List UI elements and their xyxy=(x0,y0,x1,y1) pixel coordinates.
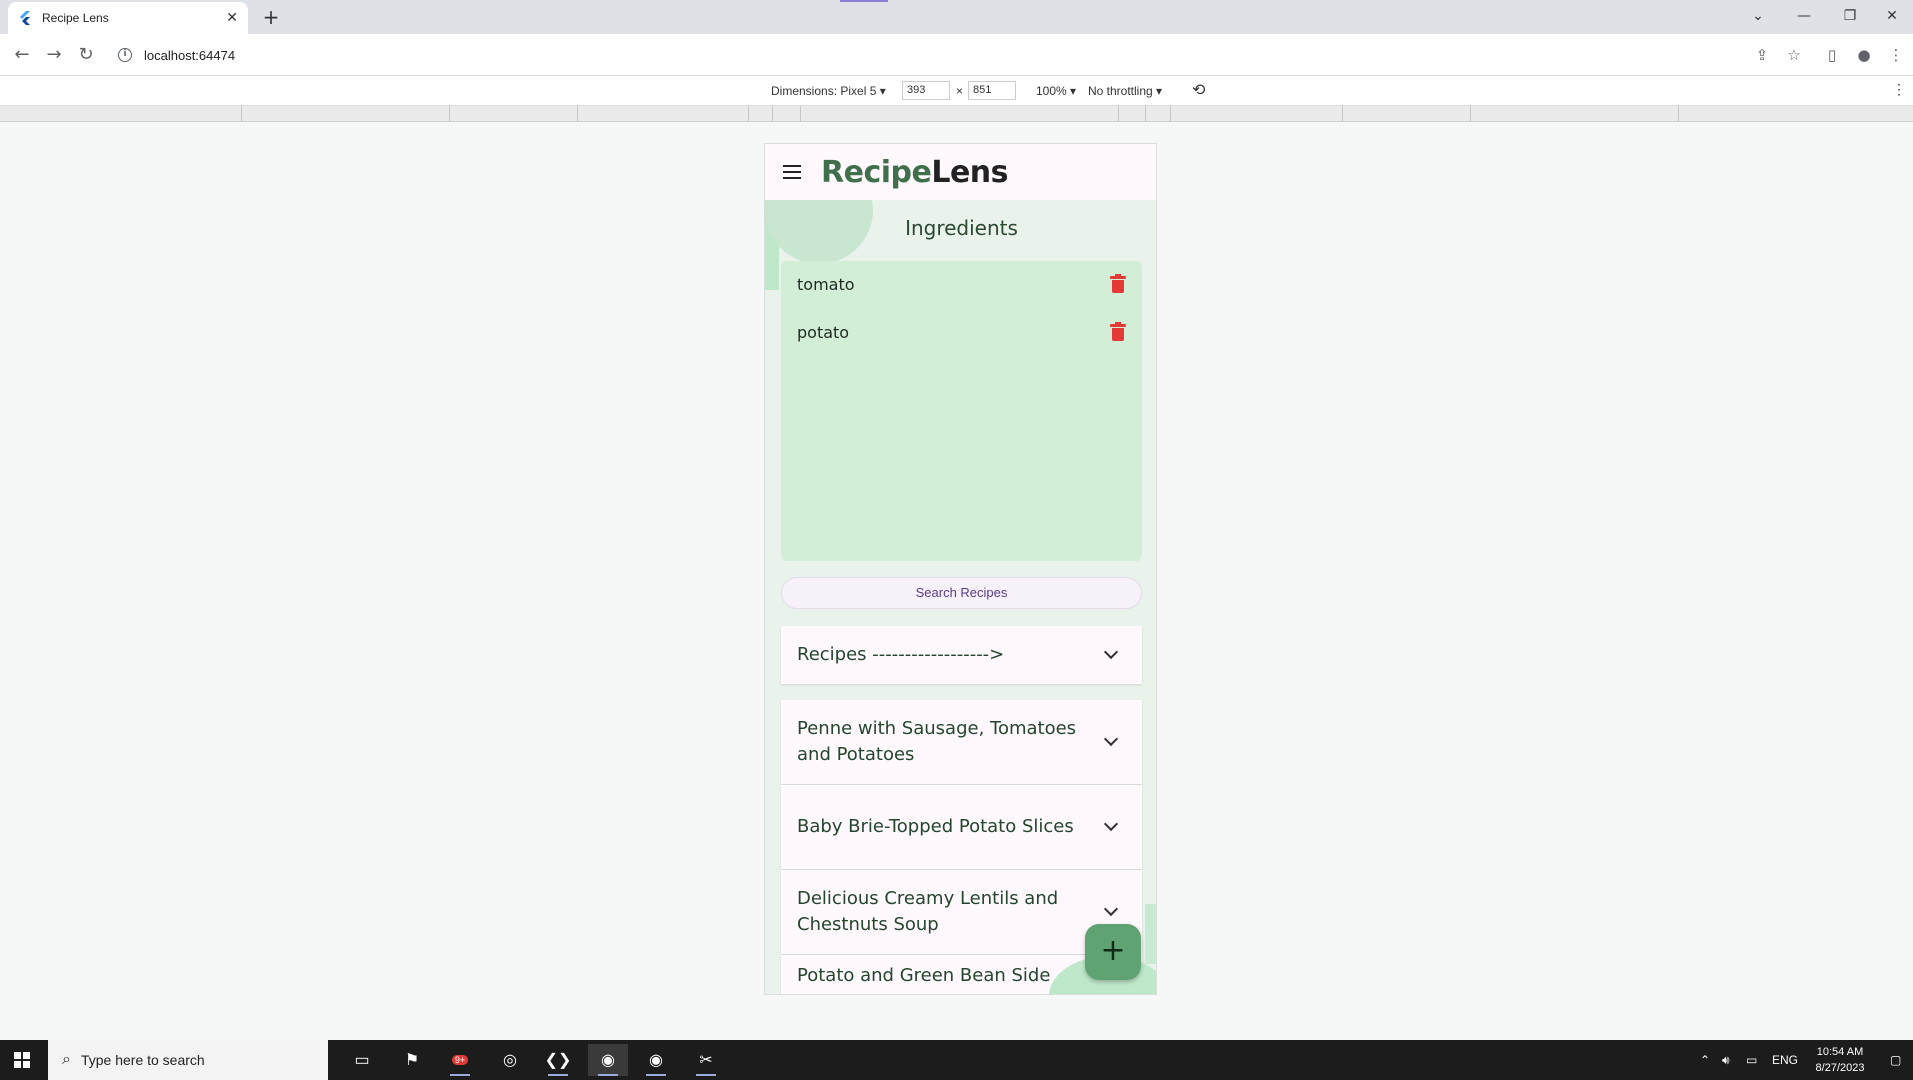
browser-tab-bar: Recipe Lens ✕ + ⌄ — ❐ ✕ xyxy=(0,0,1913,34)
app-bar: RecipeLens xyxy=(765,144,1156,200)
flutter-icon xyxy=(20,11,30,25)
app-logo: RecipeLens xyxy=(821,154,1009,190)
language-indicator[interactable]: ENG xyxy=(1772,1040,1798,1080)
pdf-reader-icon[interactable]: ⚑ xyxy=(392,1044,432,1076)
network-icon[interactable]: ▭ xyxy=(1746,1040,1757,1080)
device-width-input[interactable]: 393 xyxy=(902,81,950,100)
taskbar-search-box[interactable]: ⌕ Type here to search xyxy=(48,1040,328,1080)
new-tab-button[interactable]: + xyxy=(258,5,284,31)
recipe-title: Penne with Sausage, Tomatoes and Potatoe… xyxy=(797,718,1077,765)
system-tray-expand-icon[interactable]: ⌃ xyxy=(1700,1040,1710,1080)
discord-icon[interactable]: 9+ xyxy=(440,1044,480,1076)
add-ingredient-fab[interactable]: + xyxy=(1085,924,1141,980)
rotate-icon[interactable]: ⟲ xyxy=(1192,80,1205,100)
browser-menu-icon[interactable]: ⋮ xyxy=(1884,43,1908,67)
notifications-icon[interactable]: ▢ xyxy=(1890,1040,1901,1080)
restore-icon[interactable]: ❐ xyxy=(1830,4,1870,28)
forward-icon[interactable]: → xyxy=(42,43,66,67)
notification-badge: 9+ xyxy=(451,1055,469,1065)
throttling-select[interactable]: No throttling ▾ xyxy=(1088,84,1162,98)
taskbar-clock[interactable]: 10:54 AM 8/27/2023 xyxy=(1800,1044,1880,1076)
address-bar: ← → ↻ i localhost:64474 ⇪ ☆ ▯ ● ⋮ xyxy=(0,34,1913,76)
tab-title: Recipe Lens xyxy=(42,11,109,25)
clock-time: 10:54 AM xyxy=(1816,1046,1864,1058)
file-explorer-icon[interactable]: ▭ xyxy=(342,1044,382,1076)
tab-search-icon[interactable]: ⌄ xyxy=(1738,4,1778,28)
recipe-tile[interactable]: Penne with Sausage, Tomatoes and Potatoe… xyxy=(781,700,1142,784)
omnibox[interactable]: i localhost:64474 xyxy=(110,40,1770,70)
chrome-icon[interactable]: ◉ xyxy=(636,1044,676,1076)
ingredient-item: tomato xyxy=(781,266,1142,302)
tab-close-icon[interactable]: ✕ xyxy=(226,10,238,26)
device-dimensions-select[interactable]: Dimensions: Pixel 5 ▾ xyxy=(771,84,886,98)
chrome-icon[interactable]: ◉ xyxy=(588,1044,628,1076)
chevron-down-icon xyxy=(1103,644,1119,660)
volume-icon[interactable]: 🔊︎ xyxy=(1722,1040,1730,1080)
taskbar-search-placeholder: Type here to search xyxy=(80,1052,205,1068)
recipe-tile[interactable]: Baby Brie-Topped Potato Slices xyxy=(781,785,1142,869)
dimension-separator: × xyxy=(956,84,964,98)
reload-icon[interactable]: ↻ xyxy=(74,43,98,67)
tab-strip-accent xyxy=(840,0,888,2)
ingredient-name: potato xyxy=(797,322,850,342)
recipe-title: Baby Brie-Topped Potato Slices xyxy=(797,816,1074,837)
profile-icon[interactable]: ● xyxy=(1852,43,1876,67)
device-toolbar-menu-icon[interactable]: ⋮ xyxy=(1892,81,1906,98)
windows-start-icon[interactable] xyxy=(14,1052,30,1068)
recipe-title: Delicious Creamy Lentils and Chestnuts S… xyxy=(797,888,1059,935)
recipes-header-tile[interactable]: Recipes ------------------> xyxy=(781,626,1142,684)
url-text[interactable]: localhost:64474 xyxy=(144,48,235,63)
search-icon: ⌕ xyxy=(62,1051,71,1068)
minimize-icon[interactable]: — xyxy=(1784,4,1824,28)
decorative-blob xyxy=(1145,904,1156,964)
search-recipes-button[interactable]: Search Recipes xyxy=(781,577,1142,609)
device-toolbar: Dimensions: Pixel 5 ▾ 393 × 851 100% ▾ N… xyxy=(0,76,1913,106)
close-window-icon[interactable]: ✕ xyxy=(1872,4,1912,28)
ingredient-name: tomato xyxy=(797,274,855,294)
media-query-ruler[interactable] xyxy=(0,106,1913,122)
windows-taskbar: ⌕ Type here to search ▭ ⚑ 9+ ◎ ❮❯ ◉ ◉ ✂ … xyxy=(0,1040,1913,1080)
hamburger-menu-icon[interactable] xyxy=(783,165,801,179)
chromium-icon[interactable]: ◎ xyxy=(490,1044,530,1076)
delete-icon[interactable] xyxy=(1110,322,1126,342)
back-icon[interactable]: ← xyxy=(10,43,34,67)
share-icon[interactable]: ⇪ xyxy=(1750,43,1774,67)
ingredient-item: potato xyxy=(781,314,1142,350)
recipes-header-label: Recipes ------------------> xyxy=(797,644,1005,665)
chevron-down-icon xyxy=(1103,901,1119,917)
app-viewport: RecipeLens Ingredients tomato potato Sea… xyxy=(764,143,1157,995)
clock-date: 8/27/2023 xyxy=(1815,1062,1865,1074)
ingredients-list: tomato potato xyxy=(781,261,1142,561)
site-info-icon[interactable]: i xyxy=(118,48,132,62)
vscode-icon[interactable]: ❮❯ xyxy=(538,1044,578,1076)
bookmark-star-icon[interactable]: ☆ xyxy=(1782,43,1806,67)
zoom-select[interactable]: 100% ▾ xyxy=(1036,84,1076,98)
browser-tab[interactable]: Recipe Lens ✕ xyxy=(8,2,248,34)
chevron-down-icon xyxy=(1103,816,1119,832)
device-height-input[interactable]: 851 xyxy=(968,81,1016,100)
delete-icon[interactable] xyxy=(1110,274,1126,294)
ingredients-title: Ingredients xyxy=(905,216,1018,240)
snipping-tool-icon[interactable]: ✂ xyxy=(686,1044,726,1076)
chevron-down-icon xyxy=(1103,731,1119,747)
side-panel-icon[interactable]: ▯ xyxy=(1820,43,1844,67)
